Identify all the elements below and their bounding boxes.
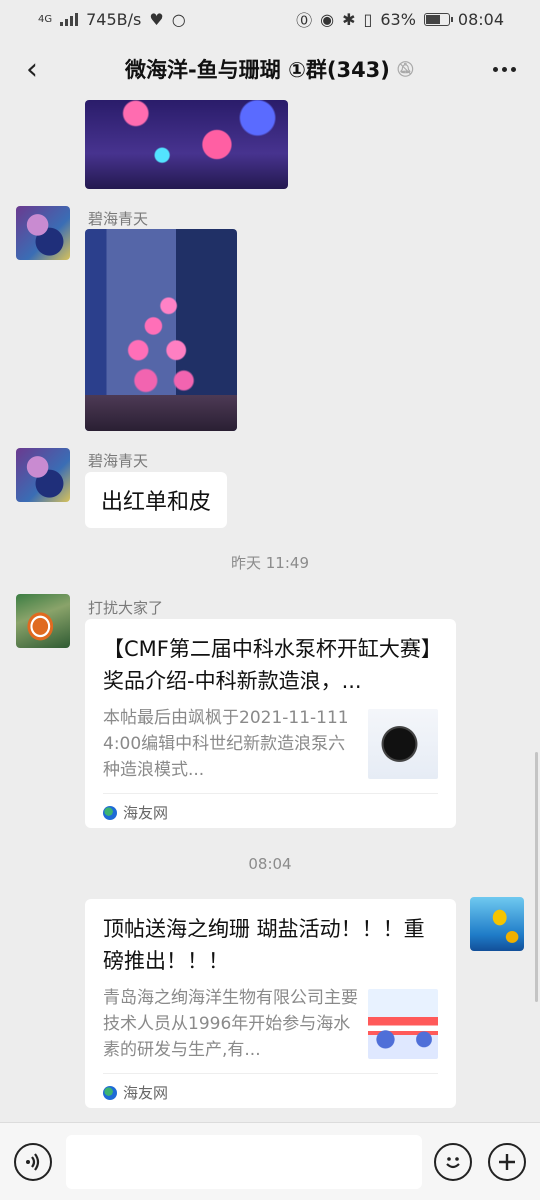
link-card[interactable]: 顶帖送海之绚珊 瑚盐活动！！！重磅推出！！！ 青岛海之绚海洋生物有限公司主要技术…: [85, 899, 456, 1108]
image-message[interactable]: [85, 229, 237, 431]
link-card-title: 【CMF第二届中科水泵杯开缸大赛】奖品介绍-中科新款造浪，...: [103, 637, 432, 693]
site-logo-icon: [103, 1085, 117, 1100]
link-card[interactable]: 【CMF第二届中科水泵杯开缸大赛】奖品介绍-中科新款造浪，... 本帖最后由飒枫…: [85, 619, 456, 828]
link-card-thumbnail: [368, 989, 438, 1059]
plus-icon: [499, 1154, 515, 1170]
voice-icon: [26, 1153, 40, 1171]
status-left: 4G 745B/s ♥ ○: [38, 10, 186, 29]
network-speed: 745B/s: [86, 9, 142, 29]
chat-title: 微海洋-鱼与珊瑚 ①群(343) 🔕︎: [125, 54, 415, 84]
timestamp: 08:04: [248, 855, 292, 873]
signal-icon: [60, 12, 79, 26]
mute-bell-icon: 🔕︎: [395, 60, 415, 78]
eye-icon: ◉: [320, 9, 335, 29]
sender-name: 打扰大家了: [88, 599, 164, 617]
voice-button[interactable]: [14, 1143, 52, 1181]
link-card-description: 本帖最后由飒枫于2021-11-1114:00编辑中科世纪新款造浪泵六种造浪模式…: [103, 708, 349, 780]
battery-icon: [423, 12, 453, 26]
chevron-left-icon: ‹: [26, 51, 38, 87]
bluetooth-icon: ✱: [342, 9, 356, 29]
avatar[interactable]: [16, 206, 70, 260]
sender-name: 碧海青天: [88, 210, 149, 228]
more-functions-button[interactable]: [488, 1143, 526, 1181]
link-card-source: 海友网: [103, 1073, 438, 1111]
circle-icon: ○: [171, 9, 186, 29]
source-name: 海友网: [123, 1084, 169, 1102]
site-logo-icon: [103, 805, 117, 820]
sender-name: 碧海青天: [88, 452, 149, 470]
text-message[interactable]: 出红单和皮: [85, 472, 228, 528]
link-card-title: 顶帖送海之绚珊 瑚盐活动！！！重磅推出！！！: [103, 917, 425, 973]
link-card-source: 海友网: [103, 793, 438, 831]
chat-header: ‹ 微海洋-鱼与珊瑚 ①群(343) 🔕︎: [0, 38, 540, 100]
input-bar: [0, 1122, 540, 1200]
my-avatar[interactable]: [470, 897, 524, 951]
link-card-body: 本帖最后由飒枫于2021-11-1114:00编辑中科世纪新款造浪泵六种造浪模式…: [103, 705, 438, 783]
battery-percent: 63%: [380, 9, 416, 29]
link-card-body: 青岛海之绚海洋生物有限公司主要技术人员从1996年开始参与海水素的研发与生产,有…: [103, 985, 438, 1063]
message-list[interactable]: 碧海青天 碧海青天 出红单和皮 昨天 11:49 打扰大家了 【CMF第二届中科…: [0, 100, 540, 1122]
smiley-icon: [446, 1157, 460, 1169]
back-button[interactable]: ‹: [12, 46, 52, 92]
message-input[interactable]: [66, 1135, 422, 1189]
network-type: 4G: [38, 13, 53, 25]
avatar[interactable]: [16, 594, 70, 648]
vibrate-icon: ▯: [363, 9, 373, 29]
status-right: ⓪ ◉ ✱ ▯ 63% 08:04: [296, 7, 504, 31]
image-message-partial[interactable]: [85, 100, 288, 189]
link-card-description: 青岛海之绚海洋生物有限公司主要技术人员从1996年开始参与海水素的研发与生产,有…: [103, 988, 358, 1060]
link-card-thumbnail: [368, 709, 438, 779]
source-name: 海友网: [123, 804, 169, 822]
heart-icon: ♥: [149, 9, 164, 29]
chat-title-text: 微海洋-鱼与珊瑚 ①群(343): [125, 58, 390, 82]
scrollbar[interactable]: [535, 752, 538, 1002]
status-bar: 4G 745B/s ♥ ○ ⓪ ◉ ✱ ▯ 63% 08:04: [0, 0, 540, 38]
avatar[interactable]: [16, 448, 70, 502]
clock: 08:04: [457, 9, 504, 29]
nfc-icon: ⓪: [296, 11, 313, 30]
more-button[interactable]: [484, 46, 524, 92]
emoji-button[interactable]: [434, 1143, 472, 1181]
timestamp: 昨天 11:49: [231, 554, 309, 572]
